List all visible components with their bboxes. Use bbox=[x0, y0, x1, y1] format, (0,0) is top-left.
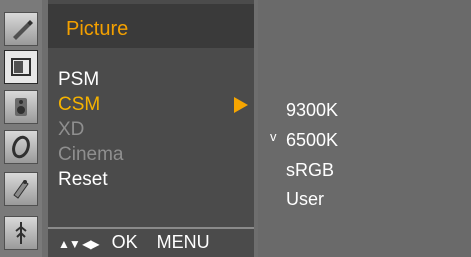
menu-title-bar: Picture bbox=[48, 4, 254, 48]
menu-item-csm[interactable]: CSM bbox=[58, 94, 100, 116]
menu-hint: MENU bbox=[156, 232, 210, 252]
special-icon bbox=[13, 180, 29, 199]
ok-hint: OK bbox=[111, 232, 138, 252]
category-tab-time[interactable] bbox=[4, 130, 38, 164]
picture-icon bbox=[11, 58, 31, 76]
submenu-item-9300k[interactable]: 9300K bbox=[286, 100, 338, 120]
submenu-item-user[interactable]: User bbox=[286, 189, 324, 209]
category-tab-screen[interactable] bbox=[4, 216, 38, 250]
category-tab-picture[interactable] bbox=[4, 50, 38, 84]
timer-icon bbox=[12, 135, 30, 159]
submenu-item-6500k[interactable]: 6500K bbox=[286, 130, 338, 150]
menu-item-xd: XD bbox=[58, 119, 85, 140]
pencil-icon bbox=[13, 20, 33, 40]
navigation-arrows-icon: ▲▼ ◀▶ bbox=[58, 237, 100, 251]
picture-menu-panel: Picture PSM CSM XD Cinema Reset ▲▼ ◀▶ OK… bbox=[48, 0, 254, 257]
screen-icon bbox=[15, 222, 27, 244]
menu-title: Picture bbox=[66, 18, 129, 40]
speaker-icon bbox=[15, 98, 27, 116]
category-icon-column bbox=[0, 0, 42, 257]
csm-submenu-panel: 9300K v 6500K sRGB User bbox=[258, 0, 471, 257]
menu-item-cinema: Cinema bbox=[58, 144, 124, 165]
submenu-arrow-icon bbox=[234, 97, 248, 113]
footer-hint: ▲▼ ◀▶ OK MENU bbox=[58, 232, 210, 253]
menu-item-reset[interactable]: Reset bbox=[58, 169, 108, 191]
menu-item-psm[interactable]: PSM bbox=[58, 69, 99, 91]
category-tab-special[interactable] bbox=[4, 172, 38, 206]
category-tab-edit[interactable] bbox=[4, 12, 38, 46]
check-icon: v bbox=[270, 129, 277, 144]
submenu-item-srgb[interactable]: sRGB bbox=[286, 160, 334, 180]
footer-divider bbox=[48, 227, 254, 229]
category-tab-audio[interactable] bbox=[4, 90, 38, 124]
osd-menu: Picture PSM CSM XD Cinema Reset ▲▼ ◀▶ OK… bbox=[0, 0, 471, 257]
